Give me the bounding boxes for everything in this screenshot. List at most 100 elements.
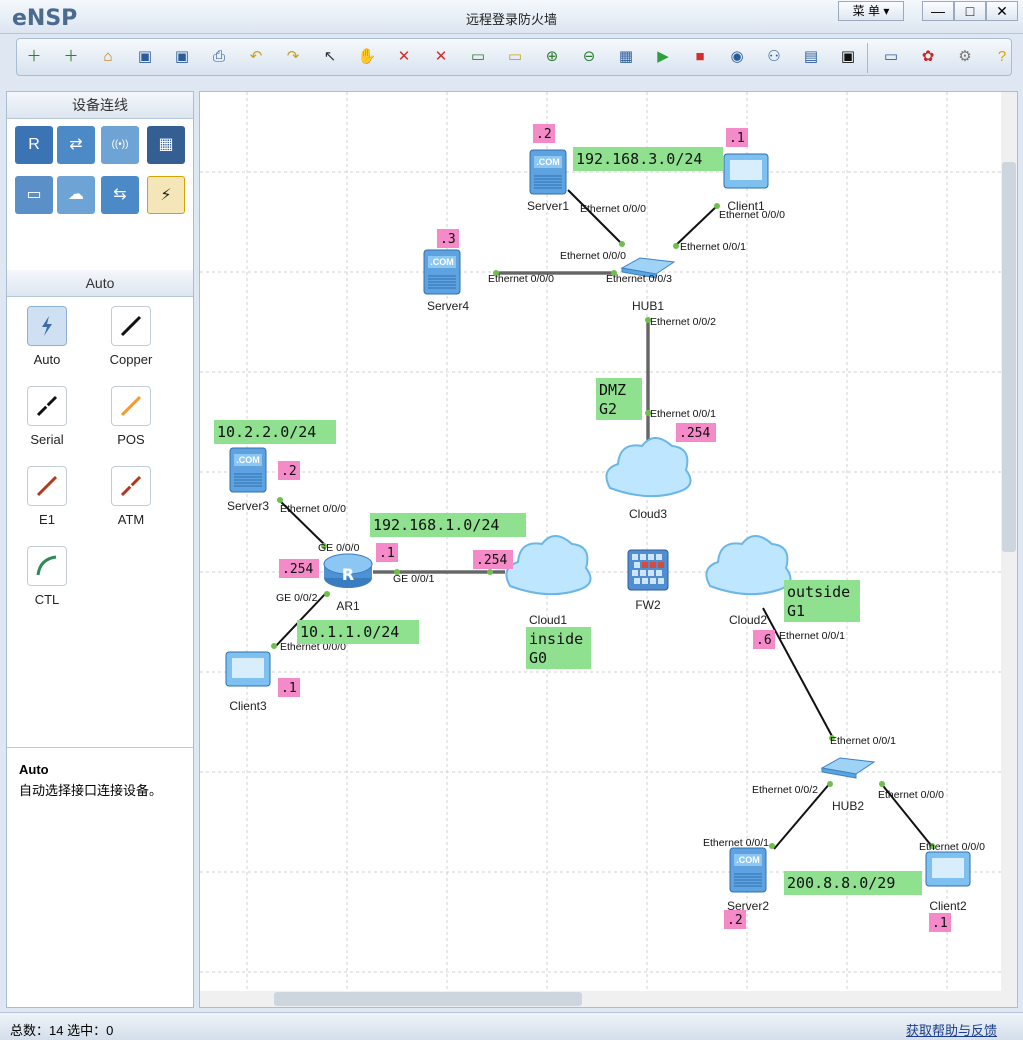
server-com-text: .COM bbox=[736, 855, 760, 865]
vertical-scrollbar[interactable] bbox=[1001, 92, 1017, 992]
select-icon[interactable]: ↖ bbox=[319, 46, 341, 68]
print-icon[interactable]: ⎙ bbox=[208, 46, 230, 68]
link-type-e1[interactable]: E1 bbox=[17, 466, 77, 527]
minimize-button[interactable]: — bbox=[922, 1, 954, 21]
network-note-text: 192.168.3.0/24 bbox=[576, 150, 702, 168]
address-note-text: .6 bbox=[756, 633, 772, 648]
grid-icon[interactable]: ▤ bbox=[800, 46, 822, 68]
fit-view-icon[interactable]: ▦ bbox=[615, 46, 637, 68]
topology-canvas[interactable]: .COM Server1 Client1 .COM Server4 HUB1 Cloud3.… bbox=[199, 91, 1018, 1008]
device-label-ar1: AR1 bbox=[336, 599, 360, 613]
menu-button[interactable]: 菜 单 ▾ bbox=[838, 1, 904, 21]
capture-icon[interactable]: ◉ bbox=[726, 46, 748, 68]
switch-icon[interactable]: ⇄ bbox=[57, 126, 95, 164]
cloud2-cloud-icon[interactable] bbox=[705, 535, 792, 596]
other-device-icon[interactable]: ⇆ bbox=[101, 176, 139, 214]
topology-svg[interactable]: .COMServer1 Client1.COMServer4 HUB1Cloud3.… bbox=[200, 92, 1003, 992]
delete-links-icon[interactable]: ✕ bbox=[430, 46, 452, 68]
firewall-brick bbox=[658, 578, 664, 584]
firewall-brick bbox=[632, 570, 638, 576]
horizontal-scroll-thumb[interactable] bbox=[274, 992, 582, 1006]
close-button[interactable]: ✕ bbox=[986, 1, 1018, 21]
wlan-icon[interactable]: ((•)) bbox=[101, 126, 139, 164]
address-note-text: .2 bbox=[281, 464, 297, 479]
port-dot bbox=[827, 781, 833, 787]
port-label: Ethernet 0/0/2 bbox=[650, 316, 716, 328]
link-icon[interactable]: ⚡ bbox=[147, 176, 185, 214]
link-type-label: Auto bbox=[33, 352, 61, 367]
port-dot bbox=[619, 241, 625, 247]
device-label-hub1: HUB1 bbox=[632, 299, 664, 313]
router-letter: R bbox=[342, 565, 354, 584]
device-label-server1: Server1 bbox=[527, 199, 569, 213]
device-label-hub2: HUB2 bbox=[832, 799, 864, 813]
firewall-brick bbox=[642, 578, 648, 584]
forum-icon[interactable]: ▭ bbox=[880, 46, 902, 68]
cloud3-cloud-icon[interactable] bbox=[605, 437, 692, 498]
port-label: Ethernet 0/0/1 bbox=[779, 630, 845, 642]
network-note-text: G2 bbox=[599, 400, 617, 418]
link-type-auto[interactable]: Auto bbox=[17, 306, 77, 367]
firewall-brick bbox=[632, 554, 638, 560]
client-screen bbox=[232, 658, 264, 678]
help-feedback-link[interactable]: 获取帮助与反馈 bbox=[906, 1020, 997, 1039]
save-icon[interactable]: ▣ bbox=[134, 46, 156, 68]
port-dot bbox=[324, 591, 330, 597]
link-type-icon bbox=[27, 546, 67, 586]
link-type-icon bbox=[27, 386, 67, 426]
delete-icon[interactable]: ✕ bbox=[393, 46, 415, 68]
new-example-icon[interactable]: ＋ bbox=[60, 46, 82, 68]
port-label: Ethernet 0/0/1 bbox=[650, 408, 716, 420]
firewall-brick bbox=[640, 554, 646, 560]
stop-device-icon[interactable]: ■ bbox=[689, 46, 711, 68]
save-as-icon[interactable]: ▣ bbox=[171, 46, 193, 68]
open-icon[interactable]: ⌂ bbox=[97, 46, 119, 68]
port-label: Ethernet 0/0/0 bbox=[580, 203, 646, 215]
address-note-text: .2 bbox=[727, 913, 743, 928]
address-note-text: .2 bbox=[536, 127, 552, 142]
redo-icon[interactable]: ↷ bbox=[282, 46, 304, 68]
topology-icon[interactable]: ⚇ bbox=[763, 46, 785, 68]
link-type-pos[interactable]: POS bbox=[101, 386, 161, 447]
zoom-out-icon[interactable]: ⊖ bbox=[578, 46, 600, 68]
maximize-button[interactable]: □ bbox=[954, 1, 986, 21]
terminal-icon[interactable]: ▣ bbox=[837, 46, 859, 68]
link-type-label: Copper bbox=[109, 352, 153, 367]
port-dot bbox=[487, 569, 493, 575]
new-topology-icon[interactable]: ＋ bbox=[23, 46, 45, 68]
firewall-brick bbox=[650, 578, 656, 584]
link-type-ctl[interactable]: CTL bbox=[17, 546, 77, 607]
link-type-serial[interactable]: Serial bbox=[17, 386, 77, 447]
cloud-icon[interactable]: ☁ bbox=[57, 176, 95, 214]
link-type-atm[interactable]: ATM bbox=[101, 466, 161, 527]
text-annotation-icon[interactable]: ▭ bbox=[467, 46, 489, 68]
network-note-text: inside bbox=[529, 630, 583, 648]
network-note-text: G0 bbox=[529, 649, 547, 667]
vertical-scroll-thumb[interactable] bbox=[1002, 162, 1016, 552]
port-label: Ethernet 0/0/0 bbox=[878, 789, 944, 801]
link-line[interactable] bbox=[567, 189, 621, 243]
pan-hand-icon[interactable]: ✋ bbox=[356, 46, 378, 68]
help-icon[interactable]: ? bbox=[991, 46, 1013, 68]
huawei-icon[interactable]: ✿ bbox=[917, 46, 939, 68]
horizontal-scrollbar[interactable] bbox=[200, 991, 1017, 1007]
link-type-icon bbox=[111, 386, 151, 426]
zoom-in-icon[interactable]: ⊕ bbox=[541, 46, 563, 68]
rectangle-icon[interactable]: ▭ bbox=[504, 46, 526, 68]
undo-icon[interactable]: ↶ bbox=[245, 46, 267, 68]
device-label-cloud2: Cloud2 bbox=[729, 613, 767, 627]
address-note-text: .254 bbox=[476, 553, 507, 568]
link-line[interactable] bbox=[762, 607, 834, 739]
device-label-server3: Server3 bbox=[227, 499, 269, 513]
pc-icon[interactable]: ▭ bbox=[15, 176, 53, 214]
address-note-text: .1 bbox=[379, 546, 395, 561]
firewall-icon[interactable]: ▦ bbox=[147, 126, 185, 164]
start-device-icon[interactable]: ▶ bbox=[652, 46, 674, 68]
toolbar: ＋ ＋ ⌂ ▣ ▣ ⎙ ↶ ↷ ↖ ✋ ✕ ✕ ▭ ▭ ⊕ ⊖ ▦ ▶ ■ ◉ ⚇ ▤ ▣ ▭ ✿ ⚙? bbox=[16, 38, 1012, 76]
server-com-text: .COM bbox=[430, 257, 454, 267]
cloud1-cloud-icon[interactable] bbox=[505, 535, 592, 596]
status-total: 总数：14 选中：0 bbox=[10, 1023, 114, 1038]
link-type-copper[interactable]: Copper bbox=[101, 306, 161, 367]
router-icon[interactable]: R bbox=[15, 126, 53, 164]
settings-icon[interactable]: ⚙ bbox=[954, 46, 976, 68]
